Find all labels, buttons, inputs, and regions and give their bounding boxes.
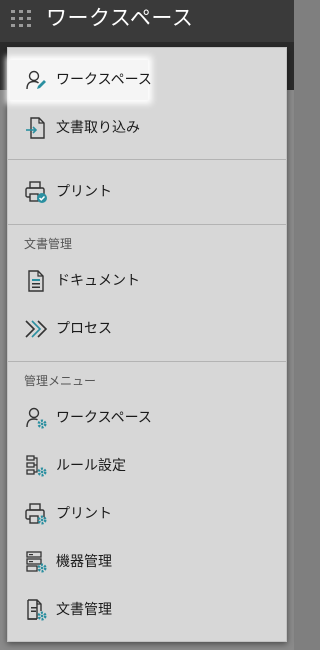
menu-item-label: 文書管理 xyxy=(56,602,112,618)
menu-item-rule-settings[interactable]: ルール設定 xyxy=(8,446,286,486)
divider xyxy=(8,361,286,362)
menu-item-label: プリント xyxy=(56,184,112,200)
divider xyxy=(8,224,286,225)
section-header-admin-menu: 管理メニュー xyxy=(24,374,97,388)
menu-item-label: 機器管理 xyxy=(56,554,112,570)
menu-item-label: 文書取り込み xyxy=(56,120,140,136)
menu-item-label: プロセス xyxy=(56,321,112,337)
menu-item-admin-document-management[interactable]: 文書管理 xyxy=(8,590,286,630)
document-icon xyxy=(28,270,44,292)
divider xyxy=(8,159,286,160)
section-header-document-management: 文書管理 xyxy=(24,237,73,251)
menu-item-label: ルール設定 xyxy=(56,458,126,474)
menu-item-process[interactable]: プロセス xyxy=(8,309,286,349)
menu-item-label: ワークスペース xyxy=(56,410,152,426)
menu-item-label: ワークスペース xyxy=(56,72,152,88)
printer-settings-icon xyxy=(25,503,47,525)
menu-item-document-import[interactable]: 文書取り込み xyxy=(8,108,286,148)
menu-item-label: プリント xyxy=(56,506,112,522)
user-settings-icon xyxy=(26,407,47,429)
printer-check-icon xyxy=(25,181,47,203)
menu-item-workspace[interactable]: ワークスペース xyxy=(10,60,152,100)
device-settings-icon xyxy=(26,551,47,573)
menu-item-device-management[interactable]: 機器管理 xyxy=(8,542,286,582)
menu-item-document[interactable]: ドキュメント xyxy=(8,261,286,301)
workspace-menu: ワークスペース 文書取り込み プリント 文書管理 ドキュメント プロセス 管理メ… xyxy=(7,47,287,642)
app-launcher-icon[interactable] xyxy=(11,10,32,27)
app-title: ワークスペース xyxy=(46,6,194,30)
process-chevrons-icon xyxy=(25,320,48,338)
menu-item-print[interactable]: プリント xyxy=(8,172,286,212)
menu-item-admin-print[interactable]: プリント xyxy=(8,494,286,534)
document-import-icon xyxy=(26,117,45,139)
rules-settings-icon xyxy=(26,455,47,477)
menu-item-admin-workspace[interactable]: ワークスペース xyxy=(8,398,286,438)
document-settings-icon xyxy=(27,599,47,621)
menu-item-label: ドキュメント xyxy=(56,273,140,289)
user-edit-icon xyxy=(26,70,46,90)
